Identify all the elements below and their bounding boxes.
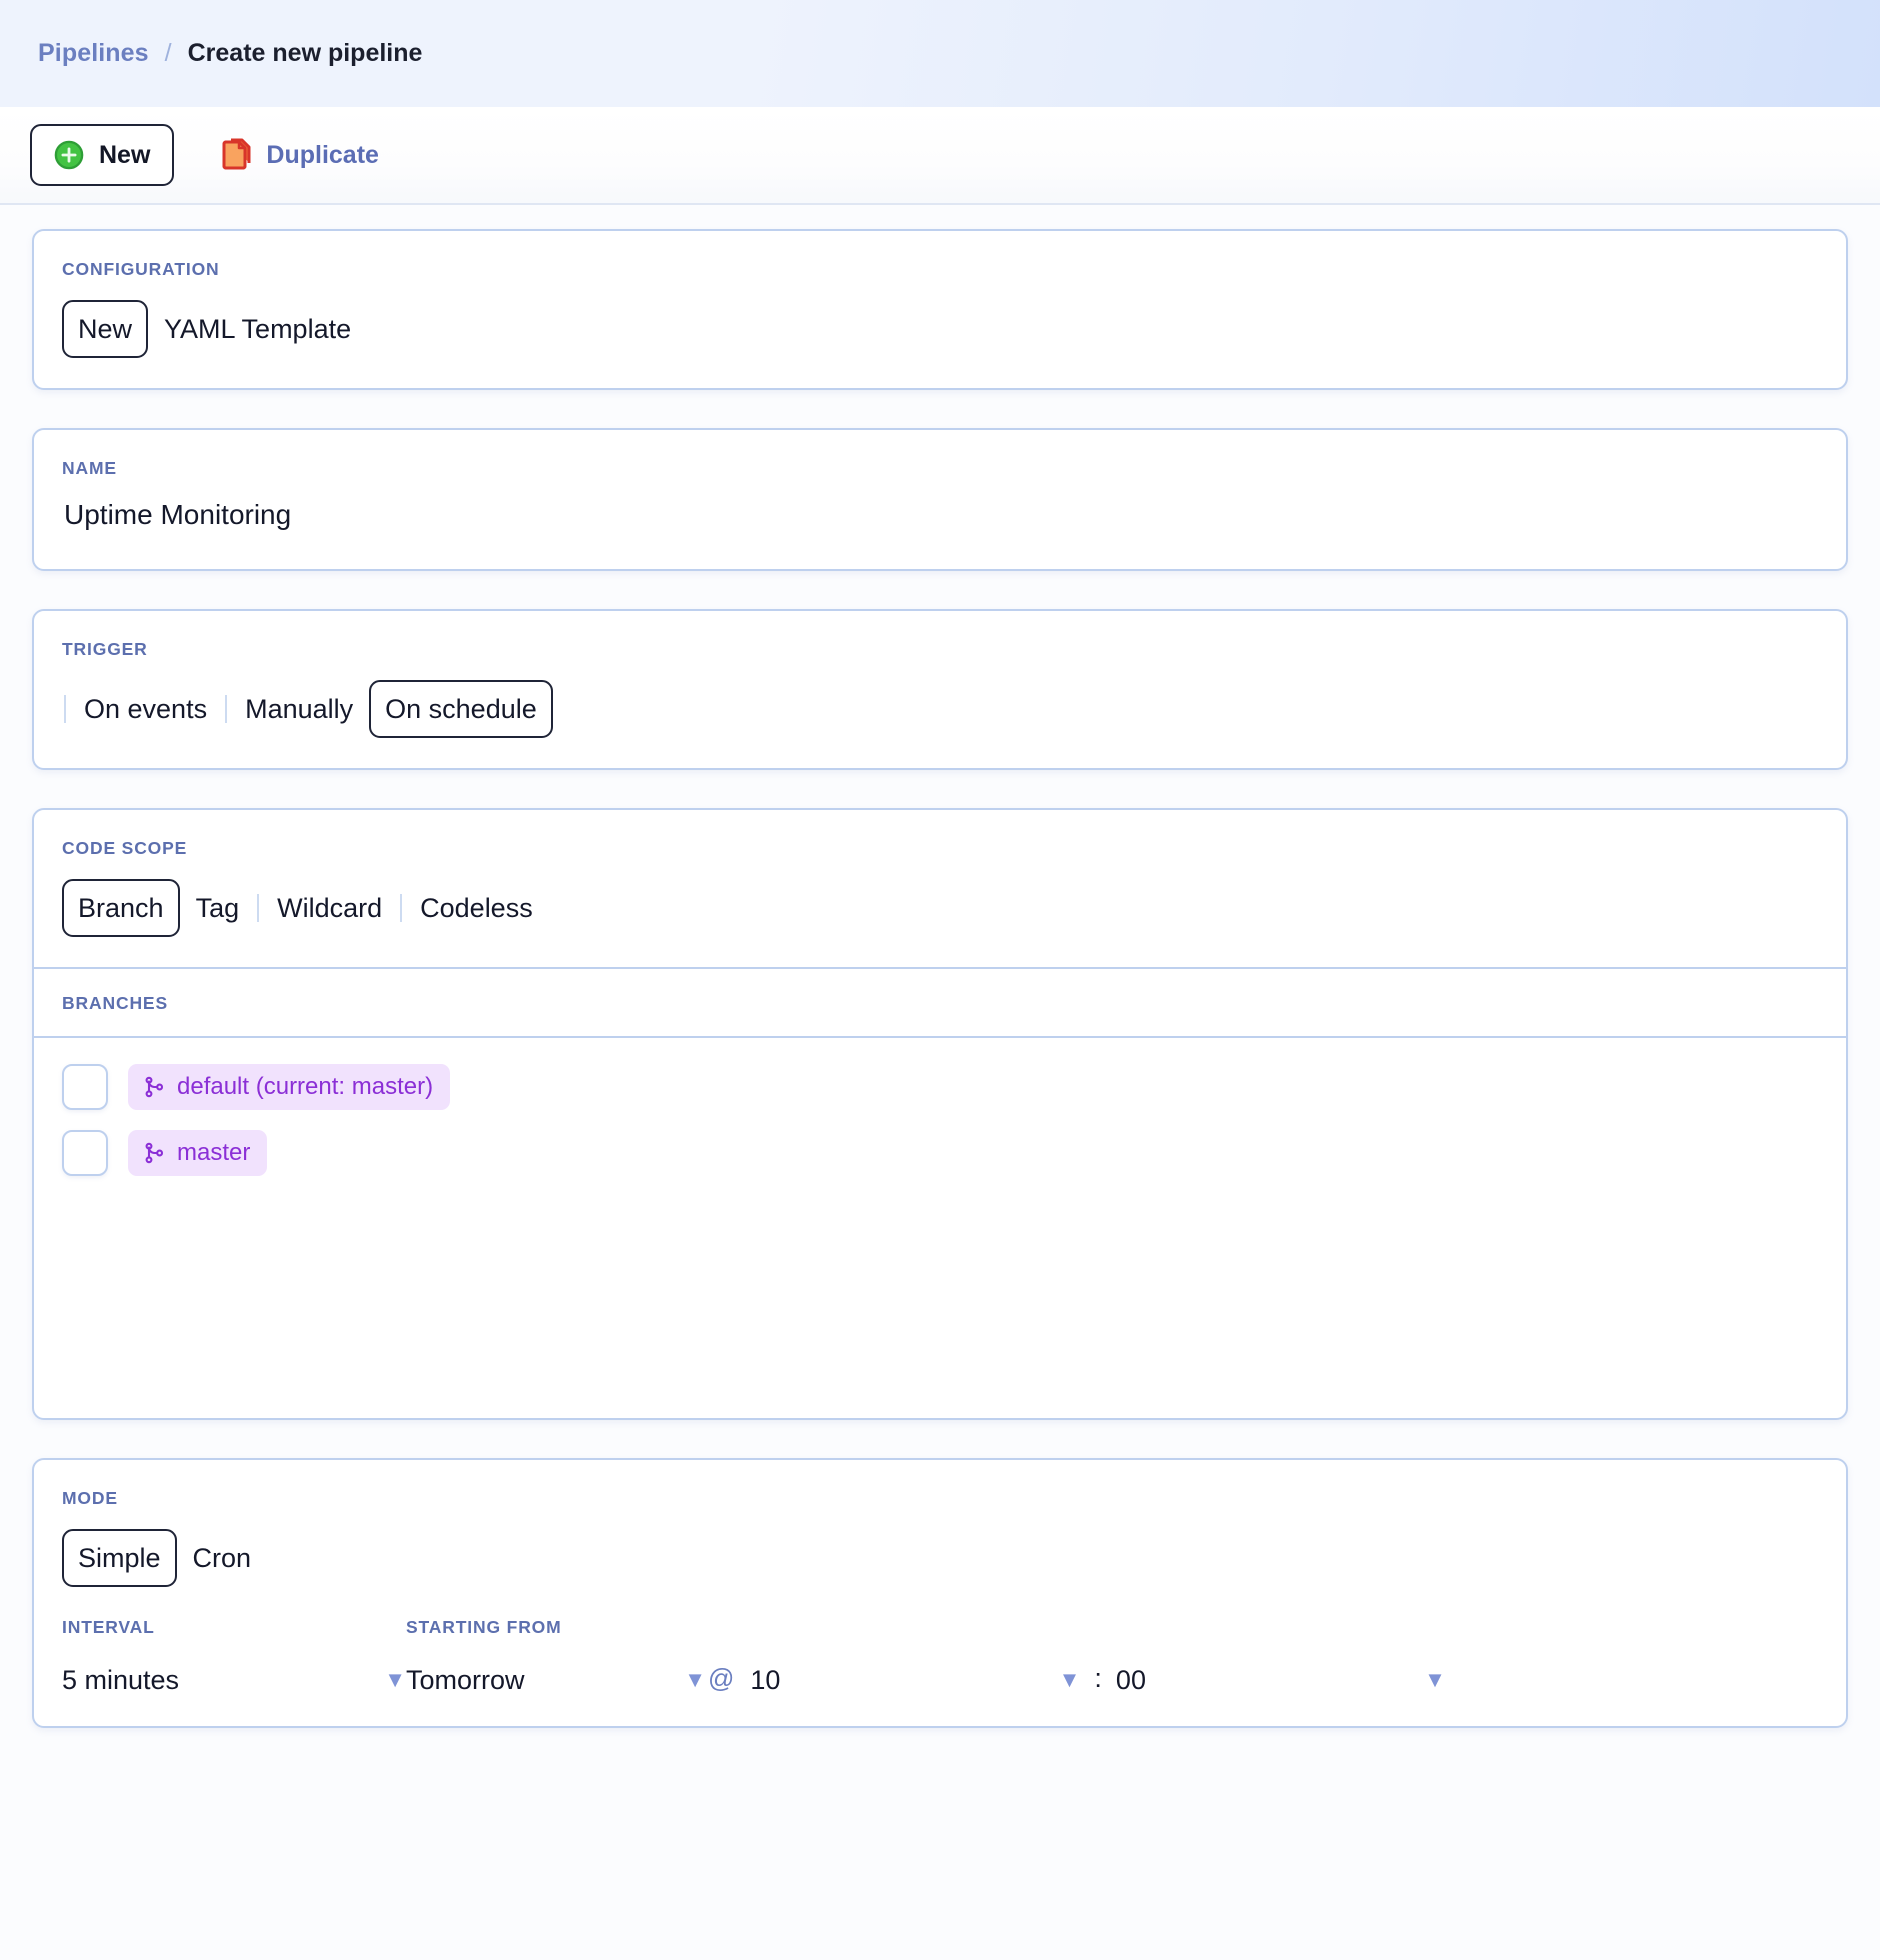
interval-label: Interval: [62, 1617, 406, 1638]
breadcrumb: Pipelines / Create new pipeline: [0, 0, 1880, 107]
time-separator: :: [1094, 1663, 1102, 1700]
branch-checkbox[interactable]: [62, 1064, 108, 1110]
trigger-option-on-events[interactable]: On events: [68, 680, 223, 738]
branch-chip[interactable]: master: [128, 1130, 267, 1176]
duplicate-button[interactable]: Duplicate: [204, 124, 397, 186]
mode-option-cron[interactable]: Cron: [177, 1529, 268, 1587]
plus-circle-icon: [54, 140, 84, 170]
name-label: Name: [62, 458, 1818, 479]
configuration-option-yaml-template[interactable]: YAML Template: [148, 300, 367, 358]
configuration-options: New YAML Template: [62, 300, 1818, 358]
branches-header: Branches: [34, 967, 1846, 1036]
hour-field: 10 ▼: [750, 1660, 1080, 1700]
interval-value: 5 minutes: [62, 1665, 179, 1696]
trigger-label: Trigger: [62, 639, 1818, 660]
branch-list-item: master: [62, 1130, 1818, 1176]
breadcrumb-link-pipelines[interactable]: Pipelines: [38, 39, 149, 68]
starting-from-field: Starting from Tomorrow ▼: [406, 1617, 706, 1700]
chevron-down-icon: ▼: [684, 1669, 706, 1691]
code-scope-label: Code scope: [62, 838, 1818, 859]
schedule-row: Interval 5 minutes ▼ Starting from Tomor…: [62, 1617, 1818, 1700]
branches-label: Branches: [62, 993, 1818, 1014]
divider: [400, 894, 402, 922]
mode-option-simple[interactable]: Simple: [62, 1529, 177, 1587]
interval-field: Interval 5 minutes ▼: [62, 1617, 406, 1700]
trigger-option-manually[interactable]: Manually: [229, 680, 369, 738]
divider: [64, 695, 66, 723]
mode-card: Mode Simple Cron Interval 5 minutes ▼ S: [32, 1458, 1848, 1728]
mode-label: Mode: [62, 1488, 1818, 1509]
hour-value: 10: [750, 1665, 780, 1696]
interval-select[interactable]: 5 minutes ▼: [62, 1660, 406, 1700]
trigger-option-on-schedule[interactable]: On schedule: [369, 680, 553, 738]
chevron-down-icon: ▼: [1424, 1669, 1446, 1691]
trigger-card: Trigger On events Manually On schedule: [32, 609, 1848, 770]
create-pipeline-page: Pipelines / Create new pipeline New: [0, 0, 1880, 1960]
code-scope-options: Branch Tag Wildcard Codeless: [62, 879, 1818, 937]
duplicate-button-label: Duplicate: [266, 141, 379, 170]
starting-from-label: Starting from: [406, 1617, 706, 1638]
duplicate-icon: [222, 138, 252, 172]
at-symbol: @: [708, 1663, 734, 1700]
form-content: Configuration New YAML Template Name Upt…: [0, 205, 1880, 1728]
trigger-options: On events Manually On schedule: [62, 680, 1818, 738]
starting-from-value: Tomorrow: [406, 1665, 525, 1696]
divider: [225, 695, 227, 723]
branch-chip[interactable]: default (current: master): [128, 1064, 450, 1110]
new-button[interactable]: New: [30, 124, 174, 186]
minute-value: 00: [1116, 1665, 1146, 1696]
mode-options: Simple Cron: [62, 1529, 1818, 1587]
name-input[interactable]: Uptime Monitoring: [62, 499, 1818, 531]
configuration-card: Configuration New YAML Template: [32, 229, 1848, 390]
branch-icon: [142, 1141, 166, 1165]
page-title: Create new pipeline: [188, 39, 423, 68]
divider: [257, 894, 259, 922]
configuration-label: Configuration: [62, 259, 1818, 280]
branch-name: default (current: master): [177, 1073, 433, 1101]
minute-select[interactable]: 00 ▼: [1116, 1660, 1446, 1700]
minute-field: 00 ▼: [1116, 1660, 1446, 1700]
code-scope-option-codeless[interactable]: Codeless: [404, 879, 549, 937]
new-button-label: New: [99, 141, 150, 170]
chevron-down-icon: ▼: [384, 1669, 406, 1691]
toolbar: New Duplicate: [0, 107, 1880, 205]
branch-list-item: default (current: master): [62, 1064, 1818, 1110]
name-card: Name Uptime Monitoring: [32, 428, 1848, 571]
code-scope-card: Code scope Branch Tag Wildcard Codeless …: [32, 808, 1848, 1420]
configuration-option-new[interactable]: New: [62, 300, 148, 358]
branch-name: master: [177, 1139, 250, 1167]
branch-checkbox[interactable]: [62, 1130, 108, 1176]
branches-list: default (current: master): [34, 1036, 1846, 1418]
chevron-down-icon: ▼: [1059, 1669, 1081, 1691]
code-scope-option-wildcard[interactable]: Wildcard: [261, 879, 398, 937]
starting-from-select[interactable]: Tomorrow ▼: [406, 1660, 706, 1700]
breadcrumb-separator: /: [165, 39, 172, 68]
branch-icon: [142, 1075, 166, 1099]
code-scope-option-branch[interactable]: Branch: [62, 879, 180, 937]
code-scope-option-tag[interactable]: Tag: [180, 879, 256, 937]
hour-select[interactable]: 10 ▼: [750, 1660, 1080, 1700]
